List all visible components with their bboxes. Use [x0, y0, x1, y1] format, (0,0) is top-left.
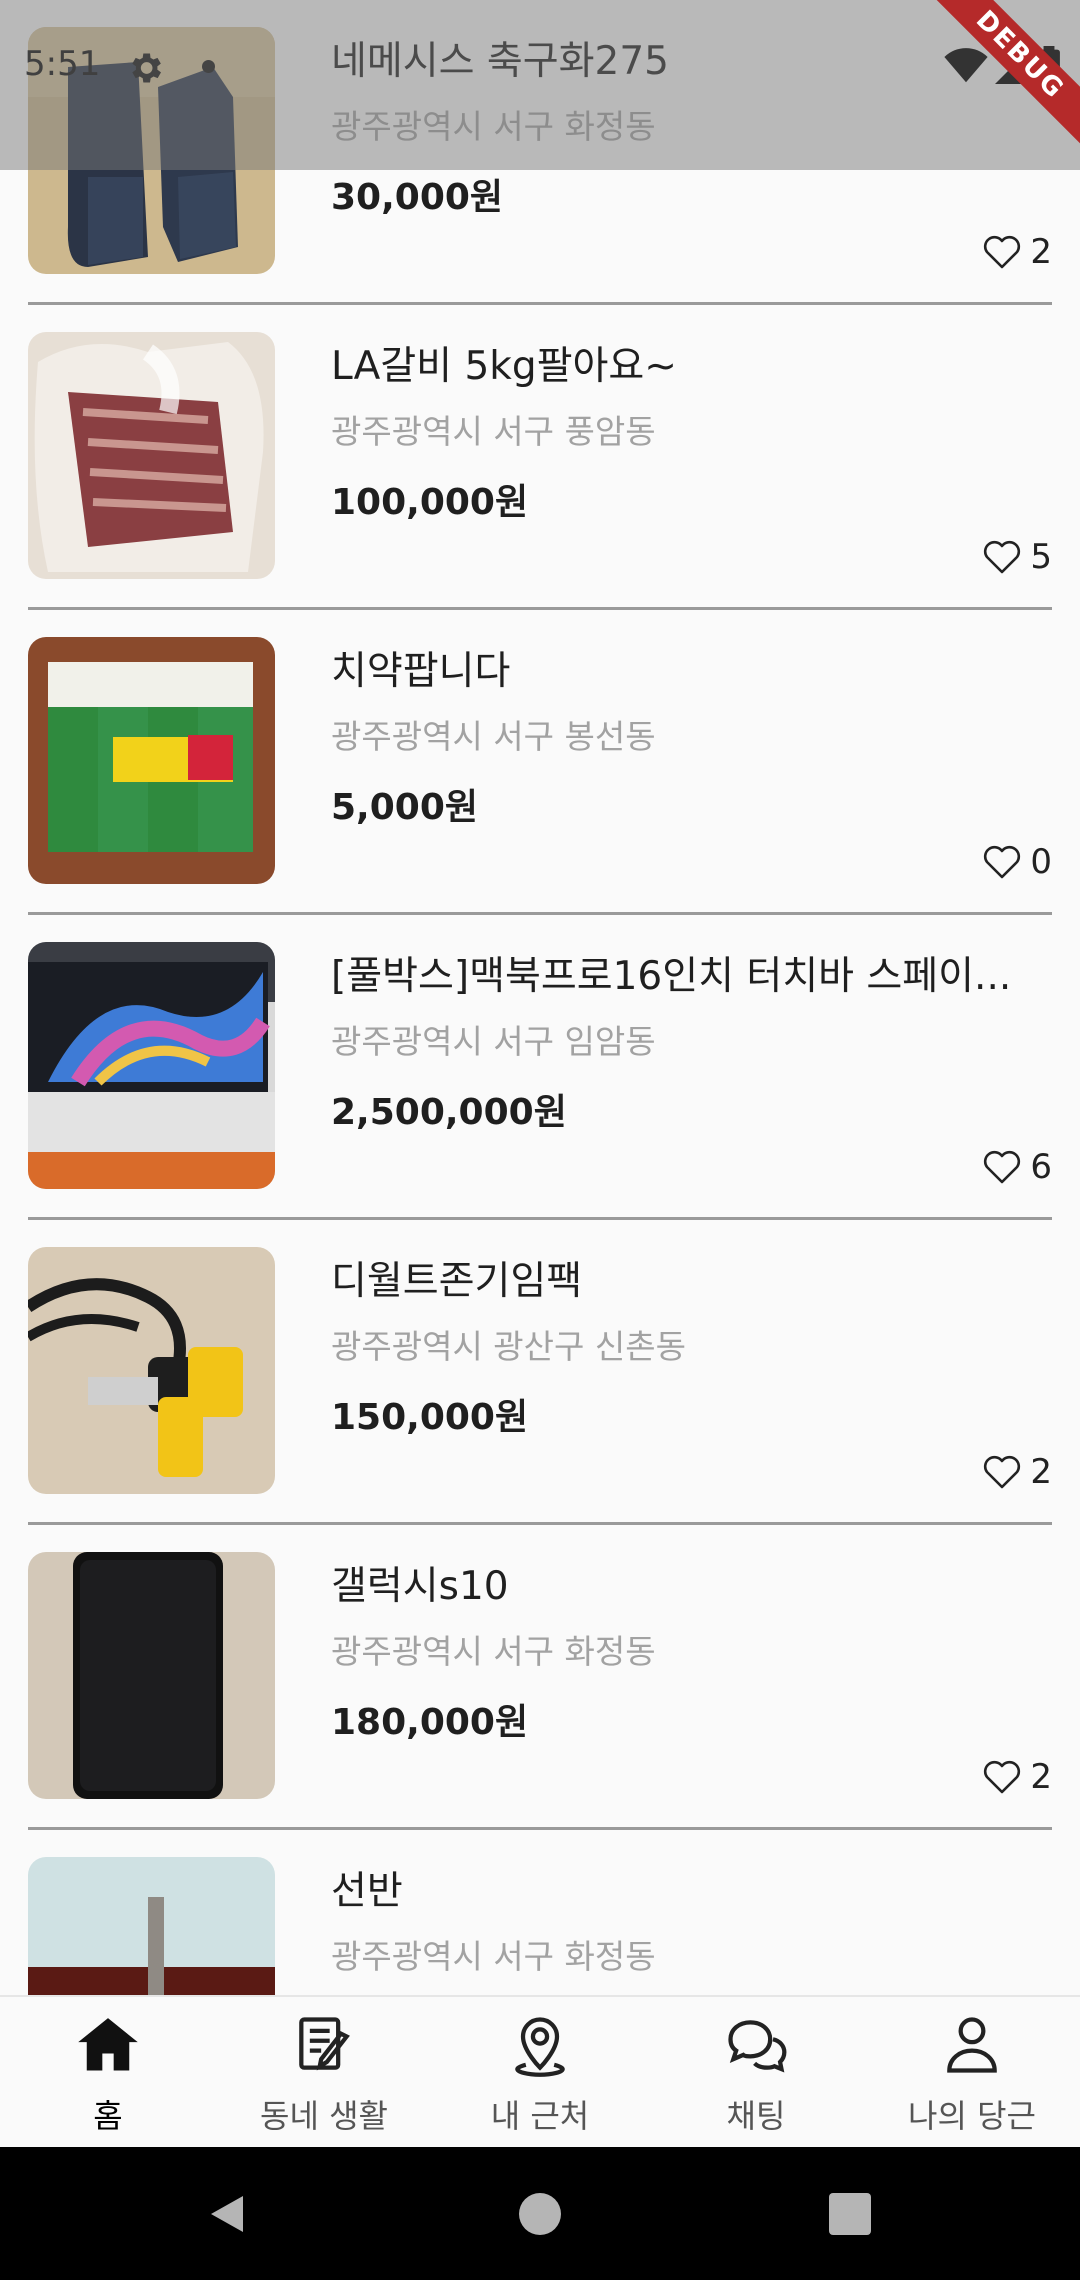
like-counter[interactable]: 2 — [982, 1450, 1052, 1494]
heart-icon — [984, 540, 1021, 574]
person-icon — [947, 2017, 997, 2073]
tab-chat[interactable]: 채팅 — [648, 1997, 864, 2147]
heart-icon — [984, 1150, 1021, 1184]
like-counter[interactable]: 2 — [982, 230, 1052, 274]
location-pin-icon — [515, 2017, 565, 2077]
tab-label: 내 근처 — [490, 2097, 590, 2135]
tab-home[interactable]: 홈 — [0, 1997, 216, 2147]
product-location: 광주광역시 서구 화정동 — [331, 1632, 656, 1671]
product-price: 5,000원 — [331, 787, 478, 828]
list-item[interactable]: [풀박스]맥북프로16인치 터치바 스페이... 광주광역시 서구 임암동 2,… — [0, 915, 1080, 1220]
product-title: 치약팝니다 — [331, 649, 511, 694]
product-thumbnail — [28, 1247, 275, 1494]
product-title: 갤럭시s10 — [331, 1564, 509, 1609]
heart-icon — [984, 1760, 1021, 1794]
tab-label: 나의 당근 — [908, 2097, 1036, 2135]
product-price: 150,000원 — [331, 1397, 529, 1438]
tab-label: 채팅 — [726, 2097, 786, 2135]
notification-dot-icon — [202, 60, 215, 73]
bottom-navigation: 홈 동네 생활 내 근처 채팅 나의 당근 — [0, 1995, 1080, 2147]
product-thumbnail — [28, 942, 275, 1189]
product-title: 디월트존기임팩 — [331, 1259, 583, 1304]
like-counter[interactable]: 2 — [982, 1755, 1052, 1799]
list-item[interactable]: 치약팝니다 광주광역시 서구 봉선동 5,000원 0 — [0, 610, 1080, 915]
heart-icon — [984, 235, 1021, 269]
product-location: 광주광역시 서구 임암동 — [331, 1022, 656, 1061]
product-title: LA갈비 5kg팔아요~ — [331, 344, 677, 389]
recent-apps-icon[interactable] — [829, 2193, 871, 2235]
heart-icon — [984, 845, 1021, 879]
product-location: 광주광역시 서구 풍암동 — [331, 412, 656, 451]
list-item[interactable]: LA갈비 5kg팔아요~ 광주광역시 서구 풍암동 100,000원 5 — [0, 305, 1080, 610]
product-price: 180,000원 — [331, 1702, 529, 1743]
like-count: 2 — [1030, 1757, 1052, 1797]
product-price: 2,500,000원 — [331, 1092, 567, 1133]
tab-label: 동네 생활 — [260, 2097, 388, 2135]
product-price: 100,000원 — [331, 482, 529, 523]
home-icon — [78, 2018, 138, 2071]
note-edit-icon — [299, 2017, 350, 2071]
product-location: 광주광역시 서구 봉선동 — [331, 717, 656, 756]
like-counter[interactable]: 6 — [982, 1145, 1052, 1189]
product-location: 광주광역시 광산구 신촌동 — [331, 1327, 686, 1366]
product-thumbnail — [28, 637, 275, 884]
status-time: 5:51 — [24, 44, 101, 84]
like-counter[interactable]: 0 — [982, 840, 1052, 884]
tab-nearby[interactable]: 내 근처 — [432, 1997, 648, 2147]
like-count: 2 — [1030, 232, 1052, 272]
product-location: 광주광역시 서구 화정동 — [331, 1937, 656, 1976]
product-thumbnail — [28, 1552, 275, 1799]
tab-neighborhood-life[interactable]: 동네 생활 — [216, 1997, 432, 2147]
like-count: 2 — [1030, 1452, 1052, 1492]
list-item[interactable]: 선반 광주광역시 서구 화정동 — [0, 1830, 1080, 1995]
like-count: 5 — [1030, 537, 1052, 577]
list-item[interactable]: 갤럭시s10 광주광역시 서구 화정동 180,000원 2 — [0, 1525, 1080, 1830]
product-thumbnail — [28, 332, 275, 579]
like-counter[interactable]: 5 — [982, 535, 1052, 579]
status-bar: 5:51 — [0, 0, 1080, 170]
system-navigation-bar — [0, 2147, 1080, 2280]
product-thumbnail — [28, 1857, 275, 1995]
tab-label: 홈 — [93, 2097, 123, 2135]
like-count: 6 — [1030, 1147, 1052, 1187]
product-title: [풀박스]맥북프로16인치 터치바 스페이... — [331, 954, 1012, 999]
like-count: 0 — [1030, 842, 1052, 882]
tab-my-carrot[interactable]: 나의 당근 — [864, 1997, 1080, 2147]
product-list[interactable]: 네메시스 축구화275 광주광역시 서구 화정동 30,000원 2 LA갈비 … — [0, 0, 1080, 1995]
list-item[interactable]: 디월트존기임팩 광주광역시 광산구 신촌동 150,000원 2 — [0, 1220, 1080, 1525]
gear-icon — [132, 53, 161, 83]
product-title: 선반 — [331, 1869, 403, 1914]
back-icon[interactable] — [205, 2192, 249, 2236]
product-price: 30,000원 — [331, 177, 504, 218]
home-button-icon[interactable] — [519, 2193, 561, 2235]
heart-icon — [984, 1455, 1021, 1489]
chat-bubbles-icon — [728, 2020, 787, 2073]
wifi-icon — [944, 48, 988, 83]
